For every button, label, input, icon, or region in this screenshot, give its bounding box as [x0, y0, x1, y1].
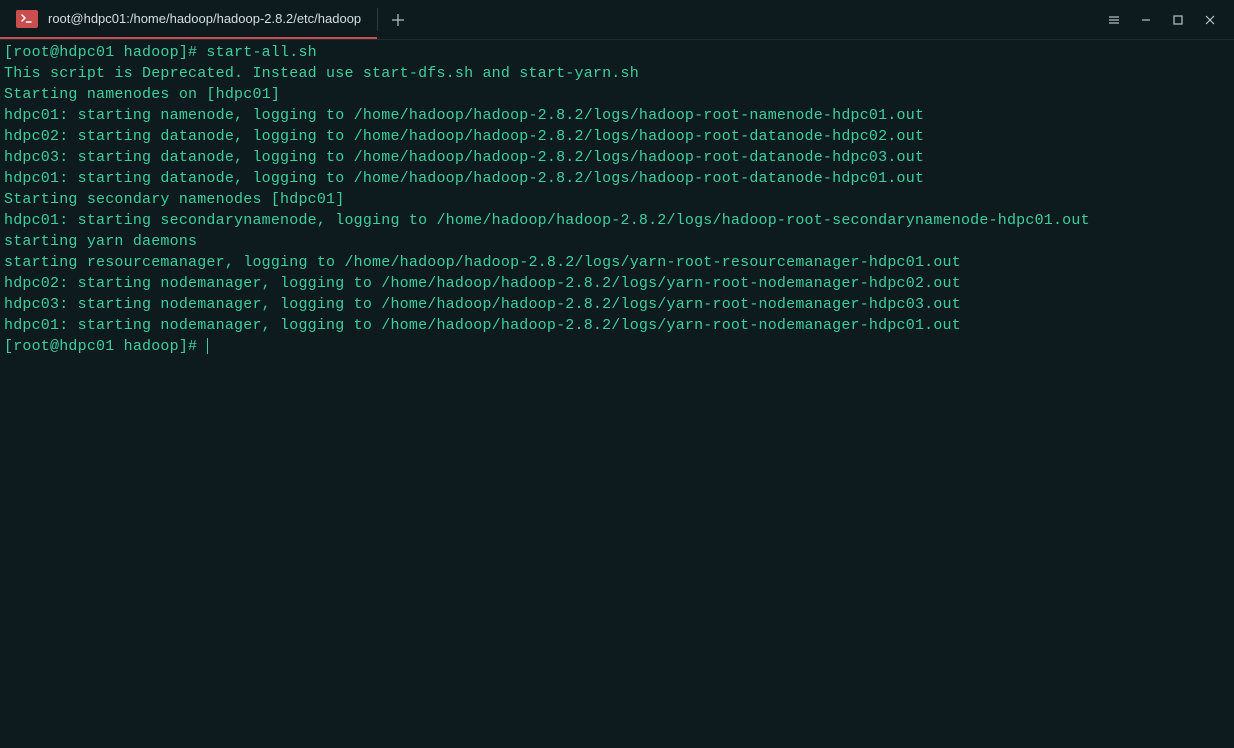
terminal-line: hdpc01: starting secondarynamenode, logg…	[4, 210, 1230, 231]
terminal-tab[interactable]: root@hdpc01:/home/hadoop/hadoop-2.8.2/et…	[0, 0, 377, 39]
tab-title: root@hdpc01:/home/hadoop/hadoop-2.8.2/et…	[48, 11, 361, 26]
terminal-cursor	[207, 338, 208, 354]
terminal-line: This script is Deprecated. Instead use s…	[4, 63, 1230, 84]
terminal-line: starting resourcemanager, logging to /ho…	[4, 252, 1230, 273]
titlebar: root@hdpc01:/home/hadoop/hadoop-2.8.2/et…	[0, 0, 1234, 40]
terminal-prompt: [root@hdpc01 hadoop]#	[4, 338, 206, 355]
terminal-line: starting yarn daemons	[4, 231, 1230, 252]
terminal-line: hdpc01: starting namenode, logging to /h…	[4, 105, 1230, 126]
terminal-output[interactable]: [root@hdpc01 hadoop]# start-all.shThis s…	[0, 40, 1234, 359]
terminal-line: [root@hdpc01 hadoop]# start-all.sh	[4, 42, 1230, 63]
terminal-line: hdpc01: starting nodemanager, logging to…	[4, 315, 1230, 336]
titlebar-spacer[interactable]	[418, 0, 1100, 39]
terminal-line: hdpc03: starting nodemanager, logging to…	[4, 294, 1230, 315]
new-tab-button[interactable]	[378, 0, 418, 39]
terminal-line: Starting namenodes on [hdpc01]	[4, 84, 1230, 105]
terminal-line: hdpc03: starting datanode, logging to /h…	[4, 147, 1230, 168]
terminal-line: hdpc02: starting nodemanager, logging to…	[4, 273, 1230, 294]
minimize-button[interactable]	[1132, 6, 1160, 34]
menu-button[interactable]	[1100, 6, 1128, 34]
terminal-line: hdpc02: starting datanode, logging to /h…	[4, 126, 1230, 147]
terminal-icon	[16, 10, 38, 28]
close-button[interactable]	[1196, 6, 1224, 34]
terminal-line: hdpc01: starting datanode, logging to /h…	[4, 168, 1230, 189]
maximize-button[interactable]	[1164, 6, 1192, 34]
window-controls	[1100, 0, 1234, 39]
terminal-line: Starting secondary namenodes [hdpc01]	[4, 189, 1230, 210]
